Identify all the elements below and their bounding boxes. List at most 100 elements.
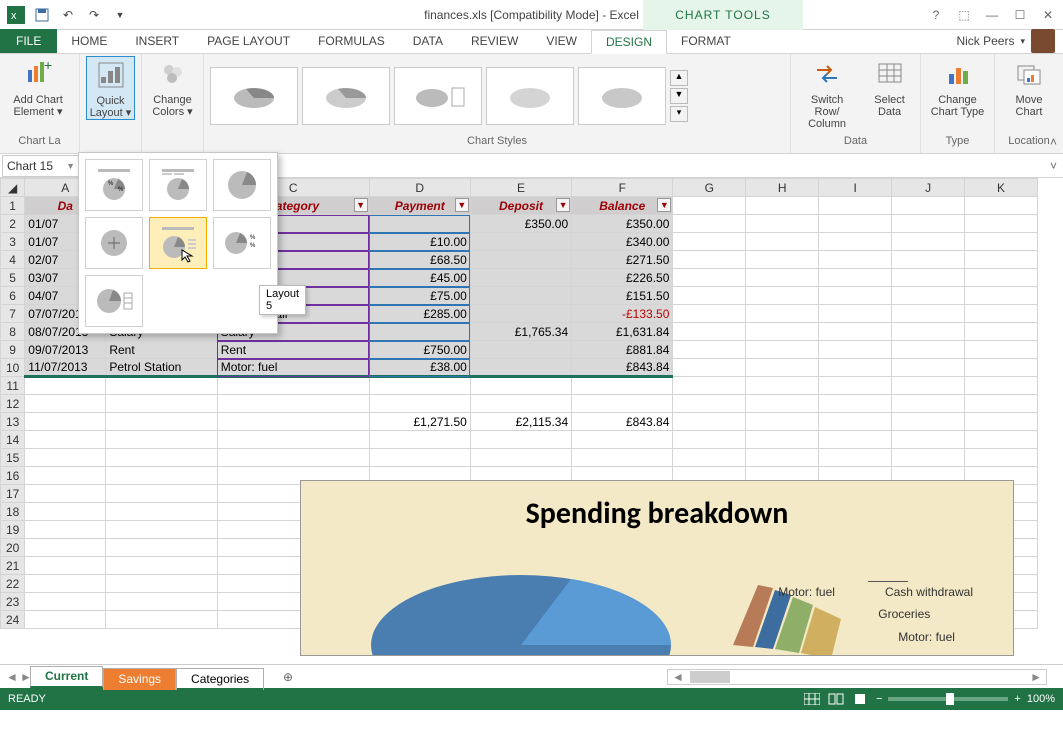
row-header[interactable]: 14: [1, 431, 25, 449]
cell[interactable]: £45.00: [369, 269, 470, 287]
cell[interactable]: [965, 323, 1038, 341]
cell[interactable]: £881.84: [572, 341, 673, 359]
page-break-view-icon[interactable]: [852, 693, 868, 705]
tab-page-layout[interactable]: PAGE LAYOUT: [193, 29, 304, 53]
cell[interactable]: [892, 377, 965, 395]
new-sheet-button[interactable]: ⊕: [276, 670, 300, 684]
cell[interactable]: [470, 251, 571, 269]
cell[interactable]: [217, 449, 369, 467]
row-header[interactable]: 1: [1, 197, 25, 215]
cell[interactable]: [369, 449, 470, 467]
row-header[interactable]: 5: [1, 269, 25, 287]
cell[interactable]: [965, 395, 1038, 413]
cell[interactable]: [470, 359, 571, 377]
cell[interactable]: [572, 377, 673, 395]
change-chart-type-button[interactable]: Change Chart Type: [927, 56, 988, 118]
cell[interactable]: [746, 197, 819, 215]
row-header[interactable]: 13: [1, 413, 25, 431]
layout-option-1[interactable]: %%: [85, 159, 143, 211]
cell[interactable]: Rent: [217, 341, 369, 359]
cell[interactable]: [25, 575, 106, 593]
cell[interactable]: [673, 431, 746, 449]
cell[interactable]: [819, 341, 892, 359]
cell[interactable]: [892, 359, 965, 377]
cell[interactable]: [106, 449, 217, 467]
cell[interactable]: [673, 413, 746, 431]
cell[interactable]: £1,631.84: [572, 323, 673, 341]
cell[interactable]: [819, 215, 892, 233]
embedded-chart[interactable]: Spending breakdown Motor: fuelCash withd…: [300, 480, 1014, 656]
cell[interactable]: [369, 215, 470, 233]
cell[interactable]: [673, 395, 746, 413]
cell[interactable]: [673, 269, 746, 287]
col-header[interactable]: D: [369, 179, 470, 197]
cell[interactable]: [892, 233, 965, 251]
row-header[interactable]: 7: [1, 305, 25, 323]
cell[interactable]: [369, 377, 470, 395]
cell[interactable]: [892, 215, 965, 233]
cell[interactable]: [369, 323, 470, 341]
cell[interactable]: £38.00: [369, 359, 470, 377]
cell[interactable]: [965, 341, 1038, 359]
cell[interactable]: [25, 521, 106, 539]
col-header[interactable]: F: [572, 179, 673, 197]
cell[interactable]: [746, 341, 819, 359]
cell[interactable]: [572, 395, 673, 413]
row-header[interactable]: 22: [1, 575, 25, 593]
cell[interactable]: [746, 287, 819, 305]
cell[interactable]: [673, 287, 746, 305]
cell[interactable]: [965, 377, 1038, 395]
table-row[interactable]: 13£1,271.50£2,115.34£843.84: [1, 413, 1038, 431]
cell[interactable]: [470, 233, 571, 251]
cell[interactable]: [965, 251, 1038, 269]
cell[interactable]: [673, 197, 746, 215]
cell[interactable]: [819, 287, 892, 305]
cell[interactable]: [470, 431, 571, 449]
filter-dropdown-icon[interactable]: ▼: [455, 198, 469, 212]
row-header[interactable]: 8: [1, 323, 25, 341]
cell[interactable]: [892, 323, 965, 341]
cell[interactable]: [892, 305, 965, 323]
gallery-more[interactable]: ▾: [670, 106, 688, 122]
cell[interactable]: [106, 521, 217, 539]
tab-insert[interactable]: INSERT: [121, 29, 193, 53]
cell[interactable]: [965, 413, 1038, 431]
scroll-left-icon[interactable]: ◄: [668, 670, 688, 684]
switch-row-column-button[interactable]: Switch Row/ Column: [797, 56, 857, 130]
row-header[interactable]: 20: [1, 539, 25, 557]
cell[interactable]: [746, 449, 819, 467]
close-icon[interactable]: ✕: [1035, 3, 1061, 27]
tab-design[interactable]: DESIGN: [591, 30, 667, 54]
cell[interactable]: [106, 557, 217, 575]
tab-data[interactable]: DATA: [399, 29, 457, 53]
cell[interactable]: [673, 449, 746, 467]
zoom-level[interactable]: 100%: [1027, 693, 1055, 705]
cell[interactable]: [965, 431, 1038, 449]
cell[interactable]: [25, 449, 106, 467]
cell[interactable]: £350.00: [470, 215, 571, 233]
gallery-scroll-up[interactable]: ▲: [670, 70, 688, 86]
cell[interactable]: 11/07/2013: [25, 359, 106, 377]
cell[interactable]: Motor: fuel: [217, 359, 369, 377]
cell[interactable]: [673, 323, 746, 341]
undo-icon[interactable]: ↶: [56, 3, 80, 27]
cell[interactable]: 09/07/2013: [25, 341, 106, 359]
cell[interactable]: [470, 287, 571, 305]
cell[interactable]: [25, 593, 106, 611]
add-chart-element-button[interactable]: + Add Chart Element ▾: [6, 56, 70, 118]
cell[interactable]: [25, 485, 106, 503]
cell[interactable]: -£133.50: [572, 305, 673, 323]
chart-style-thumb[interactable]: [394, 67, 482, 125]
cell[interactable]: [965, 197, 1038, 215]
cell[interactable]: [572, 449, 673, 467]
cell[interactable]: [25, 539, 106, 557]
cell[interactable]: [746, 413, 819, 431]
cell[interactable]: [673, 305, 746, 323]
cell[interactable]: [746, 251, 819, 269]
cell[interactable]: [470, 395, 571, 413]
table-row[interactable]: 12: [1, 395, 1038, 413]
filter-dropdown-icon[interactable]: ▼: [354, 198, 368, 212]
cell[interactable]: [106, 503, 217, 521]
tab-file[interactable]: FILE: [0, 29, 57, 53]
cell[interactable]: £10.00: [369, 233, 470, 251]
